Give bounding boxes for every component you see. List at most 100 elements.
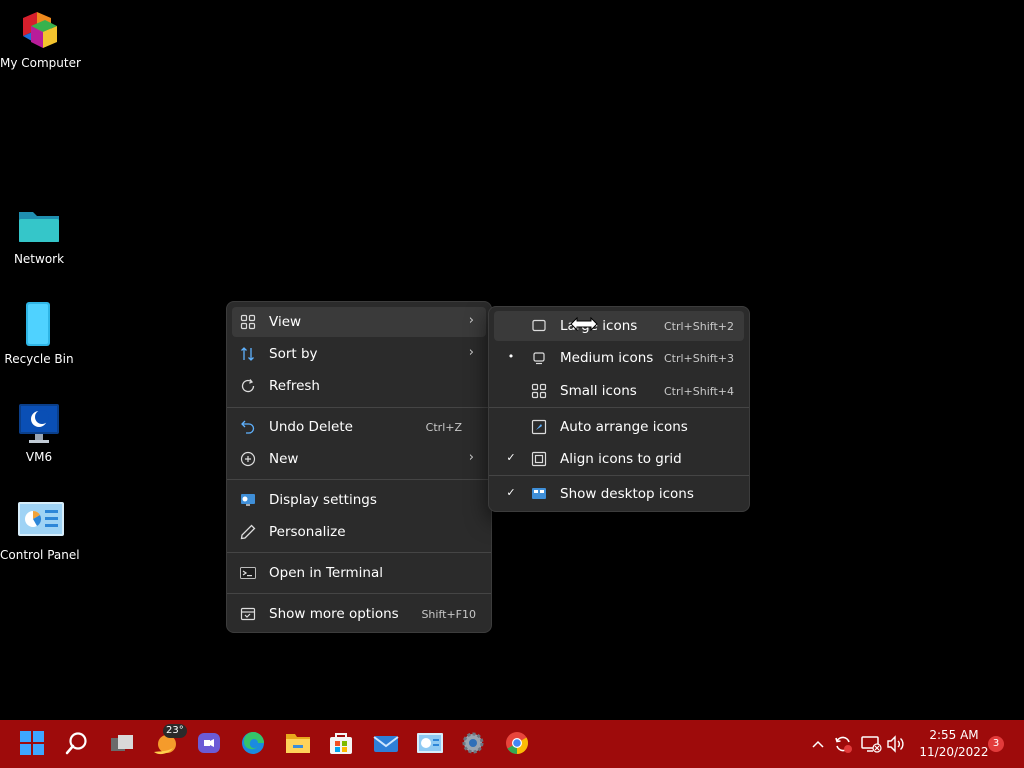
desktop-icon-network[interactable]: Network xyxy=(0,204,78,266)
menu-item-mark: ✓ xyxy=(506,486,516,499)
network-icon xyxy=(861,736,882,753)
resize-cursor-icon xyxy=(570,316,598,332)
clock-date: 11/20/2022 xyxy=(919,745,989,759)
submenu-item-large-icons[interactable]: Large icons Ctrl+Shift+2 xyxy=(494,311,744,341)
menu-item-label: Show more options xyxy=(269,606,399,622)
control-panel-icon xyxy=(417,733,443,753)
menu-separator xyxy=(227,593,491,594)
show-desktop-icon xyxy=(531,486,547,502)
submenu-item-medium-icons[interactable]: • Medium icons Ctrl+Shift+3 xyxy=(494,343,744,373)
desktop-icon-label: VM6 xyxy=(25,450,53,464)
desktop-icon-control-panel[interactable]: Control Panel xyxy=(0,500,80,562)
desktop-icon-label: Network xyxy=(13,252,65,266)
weather-temperature: 23° xyxy=(163,724,187,738)
mail-button[interactable] xyxy=(372,730,400,758)
clock-time: 2:55 AM xyxy=(929,728,979,742)
taskbar: 23° 2:55 AM 11/20/2022 3 xyxy=(0,720,1024,768)
sync-status-tray-icon[interactable] xyxy=(833,734,853,754)
search-button[interactable] xyxy=(63,730,91,758)
menu-item-label: Open in Terminal xyxy=(269,565,383,581)
pen-icon xyxy=(240,524,256,540)
notification-count-badge: 3 xyxy=(988,736,1004,752)
edge-icon xyxy=(242,731,264,754)
task-view-icon xyxy=(111,735,133,751)
settings-button[interactable] xyxy=(460,730,488,758)
control-panel-taskbar-button[interactable] xyxy=(416,730,444,758)
task-view-button[interactable] xyxy=(108,730,136,758)
package-blocks-icon xyxy=(17,8,61,52)
clock[interactable]: 2:55 AM 11/20/2022 xyxy=(914,728,994,762)
menu-item-label: New xyxy=(269,451,299,467)
menu-item-shortcut: Ctrl+Shift+2 xyxy=(663,320,734,333)
teams-chat-button[interactable] xyxy=(196,730,224,758)
desktop-icon-recycle-bin[interactable]: Recycle Bin xyxy=(0,300,78,366)
desktop-icon-my-computer[interactable]: My Computer xyxy=(0,8,81,70)
display-settings-icon xyxy=(240,492,256,508)
menu-item-shortcut: Ctrl+Shift+4 xyxy=(663,385,734,398)
medium-icons-icon xyxy=(531,350,547,366)
control-panel-icon xyxy=(17,500,64,544)
menu-item-label: Small icons xyxy=(560,383,637,399)
more-options-icon xyxy=(240,606,256,622)
menu-item-view[interactable]: View › xyxy=(232,307,486,337)
chevron-up-icon xyxy=(812,740,824,748)
menu-item-label: Align icons to grid xyxy=(560,451,682,467)
desktop-icon-label: Control Panel xyxy=(0,548,80,562)
undo-icon xyxy=(240,419,256,435)
menu-item-show-more-options[interactable]: Show more options Shift+F10 xyxy=(232,599,486,629)
menu-item-undo-delete[interactable]: Undo Delete Ctrl+Z xyxy=(232,412,486,442)
desktop-icon-label: Recycle Bin xyxy=(4,352,74,366)
submenu-item-show-desktop-icons[interactable]: ✓ Show desktop icons xyxy=(494,479,744,509)
menu-item-label: Undo Delete xyxy=(269,419,353,435)
menu-separator xyxy=(489,407,749,408)
menu-item-label: Auto arrange icons xyxy=(560,419,688,435)
speaker-icon xyxy=(887,735,904,753)
search-icon xyxy=(65,732,87,755)
submenu-item-small-icons[interactable]: Small icons Ctrl+Shift+4 xyxy=(494,376,744,406)
plus-circle-icon xyxy=(240,451,256,467)
menu-item-sort-by[interactable]: Sort by › xyxy=(232,339,486,369)
menu-item-label: Sort by xyxy=(269,346,318,362)
refresh-icon xyxy=(240,378,256,394)
menu-item-new[interactable]: New › xyxy=(232,444,486,474)
windows-logo-icon xyxy=(20,731,44,755)
menu-item-refresh[interactable]: Refresh xyxy=(232,371,486,401)
menu-item-label: View xyxy=(269,314,302,330)
folder-icon xyxy=(17,204,61,248)
show-hidden-icons-button[interactable] xyxy=(810,736,826,752)
chevron-right-icon: › xyxy=(468,450,474,465)
desktop-context-menu: View › Sort by › Refresh Undo Delete Ctr… xyxy=(226,301,492,633)
menu-item-mark: ✓ xyxy=(506,451,516,464)
gear-icon xyxy=(462,732,484,754)
submenu-item-auto-arrange-icons[interactable]: Auto arrange icons xyxy=(494,412,744,442)
chevron-right-icon: › xyxy=(468,313,474,328)
menu-separator xyxy=(227,552,491,553)
notification-center-button[interactable]: 3 xyxy=(987,735,1005,753)
desktop-icon-vm6[interactable]: VM6 xyxy=(0,402,78,464)
menu-item-mark: • xyxy=(507,350,515,363)
edge-browser-button[interactable] xyxy=(240,730,268,758)
weather-widget[interactable]: 23° xyxy=(151,724,187,758)
menu-item-display-settings[interactable]: Display settings xyxy=(232,485,486,515)
grid-icon xyxy=(240,314,256,330)
menu-item-shortcut: Ctrl+Z xyxy=(425,421,462,434)
submenu-item-align-icons-to-grid[interactable]: ✓ Align icons to grid xyxy=(494,444,744,474)
menu-item-shortcut: Ctrl+Shift+3 xyxy=(663,352,734,365)
mail-icon xyxy=(373,736,399,752)
file-explorer-button[interactable] xyxy=(284,730,312,758)
menu-separator xyxy=(489,475,749,476)
view-submenu: Large icons Ctrl+Shift+2 • Medium icons … xyxy=(488,306,750,512)
menu-separator xyxy=(227,479,491,480)
menu-item-open-in-terminal[interactable]: Open in Terminal xyxy=(232,558,486,588)
menu-item-label: Display settings xyxy=(269,492,377,508)
menu-item-label: Personalize xyxy=(269,524,346,540)
sync-icon xyxy=(835,736,852,753)
network-tray-icon[interactable] xyxy=(860,734,882,754)
volume-tray-icon[interactable] xyxy=(886,734,906,754)
chrome-browser-button[interactable] xyxy=(504,730,532,758)
chat-icon xyxy=(198,733,220,753)
microsoft-store-button[interactable] xyxy=(328,730,356,758)
align-grid-icon xyxy=(531,451,547,467)
menu-item-personalize[interactable]: Personalize xyxy=(232,517,486,547)
start-button[interactable] xyxy=(19,730,47,758)
